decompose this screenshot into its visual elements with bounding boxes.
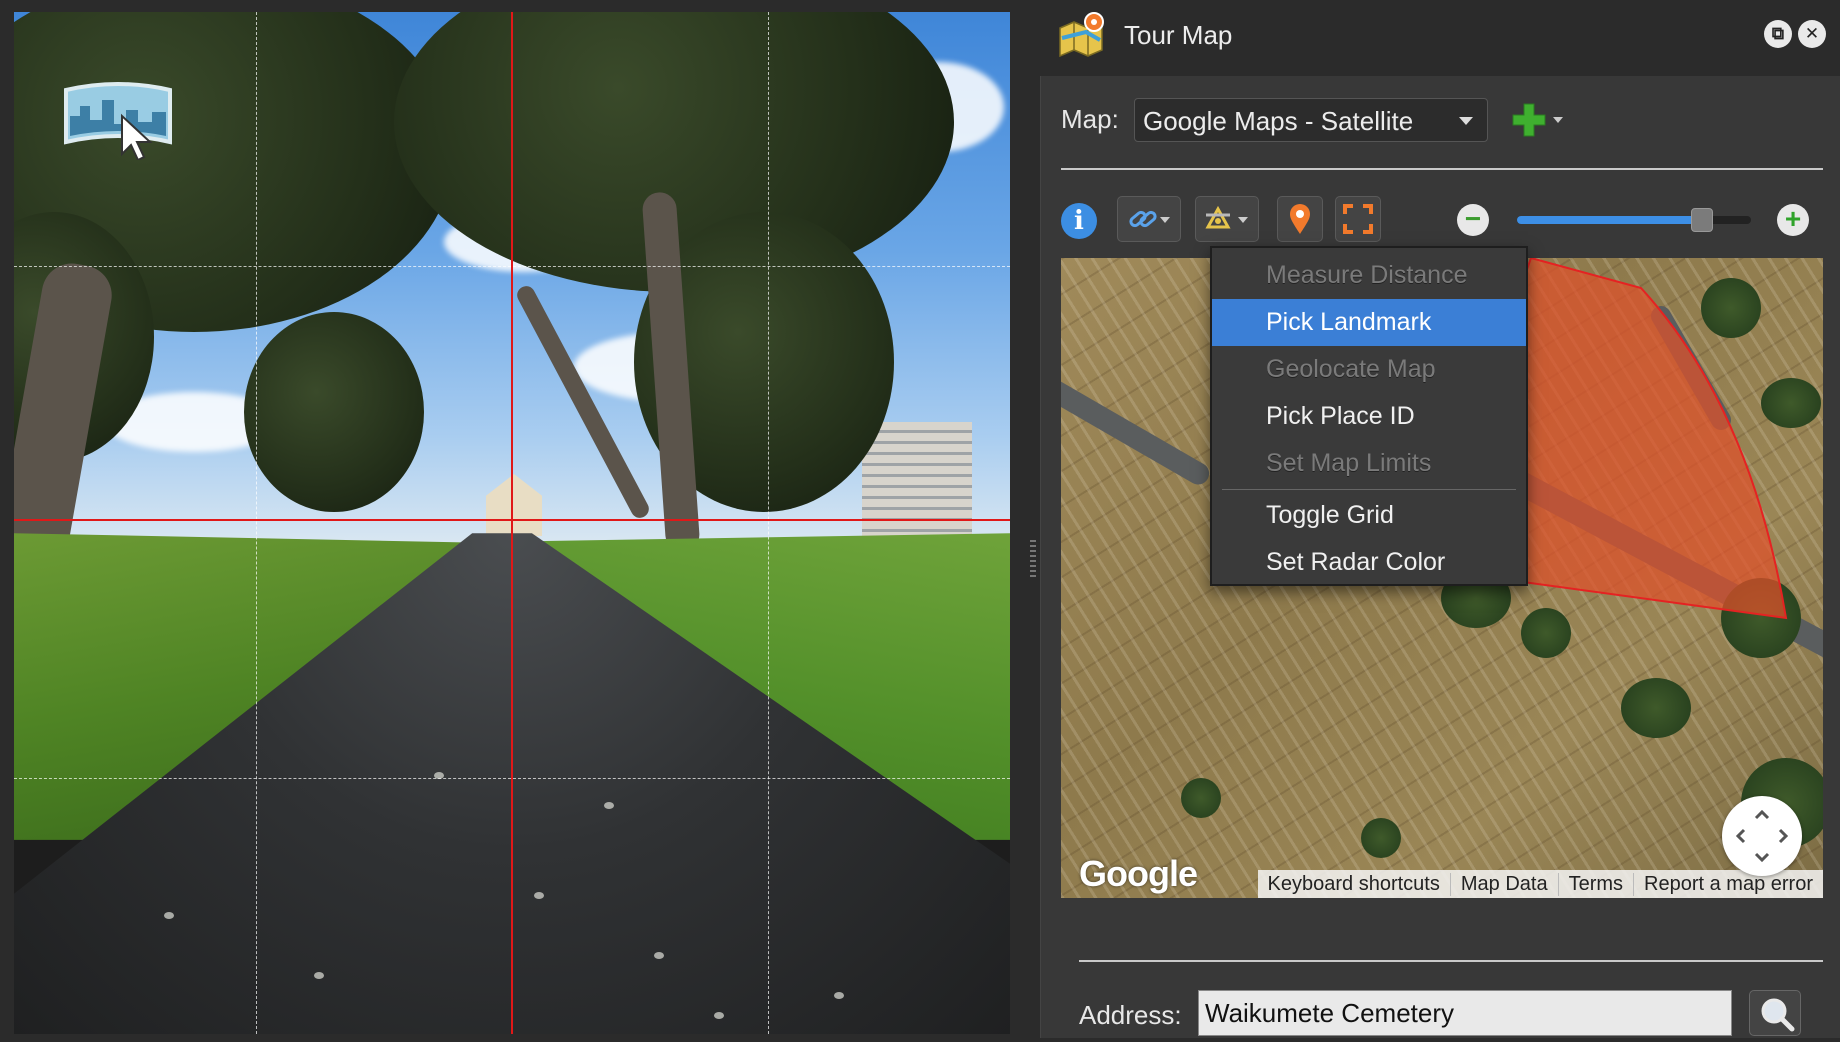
map-provider-value: Google Maps - Satellite [1143,106,1414,136]
search-icon [1761,998,1795,1032]
menu-item-set-radar-color[interactable]: Set Radar Color [1212,539,1526,586]
divider [1061,168,1823,170]
panel-splitter[interactable] [1030,540,1036,580]
chevron-down-icon [1459,117,1473,125]
grid-line [256,12,257,1034]
map-data-link[interactable]: Map Data [1449,872,1558,896]
fullscreen-button[interactable] [1335,196,1381,242]
crosshair-vertical [511,12,513,1034]
terms-link[interactable]: Terms [1557,872,1633,896]
panorama-viewer[interactable] [14,12,1010,1034]
panel-title-bar: Tour Map ⧉ ✕ [1040,0,1840,70]
fallen-leaf [714,1012,724,1019]
divider [1079,960,1823,962]
restore-icon[interactable]: ⧉ [1764,20,1792,48]
zoom-slider-fill [1517,216,1702,224]
keyboard-shortcuts-link[interactable]: Keyboard shortcuts [1258,873,1450,896]
fallen-leaf [314,972,324,979]
fallen-leaf [834,992,844,999]
tools-icon [1205,205,1248,229]
link-icon [1129,210,1170,228]
pano-viewer-icon[interactable] [62,76,174,160]
tools-menu: Measure Distance Pick Landmark Geolocate M… [1210,246,1528,586]
zoom-in-icon[interactable]: + [1777,204,1809,236]
tools-button[interactable] [1195,196,1259,242]
panel-title: Tour Map [1124,20,1233,50]
zoom-slider-thumb[interactable] [1690,208,1713,232]
zoom-out-icon[interactable]: − [1457,204,1489,236]
address-field[interactable] [1198,990,1732,1036]
fallen-leaf [164,912,174,919]
pan-control-icon [1735,809,1789,863]
fallen-leaf [604,802,614,809]
menu-item-set-map-limits: Set Map Limits [1266,449,1432,477]
menu-item-toggle-grid[interactable]: Toggle Grid [1212,492,1526,539]
link-button[interactable] [1117,196,1181,242]
landmark-button[interactable] [1277,196,1323,242]
map-pin-icon [1290,204,1310,234]
zoom-slider[interactable] [1517,208,1751,232]
tree-canopy [244,312,424,512]
fullscreen-icon [1343,204,1373,234]
menu-separator [1222,489,1516,490]
close-icon[interactable]: ✕ [1798,20,1826,48]
menu-item-pick-landmark[interactable]: Pick Landmark [1212,299,1526,346]
info-icon[interactable]: i [1061,203,1097,239]
fallen-leaf [534,892,544,899]
pan-control[interactable] [1722,796,1802,876]
crosshair-horizontal [14,519,1010,521]
fallen-leaf [654,952,664,959]
add-map-icon[interactable] [1511,100,1567,140]
map-provider-select[interactable]: Google Maps - Satellite [1134,98,1488,142]
map-label: Map: [1061,104,1119,134]
menu-item-pick-place-id[interactable]: Pick Place ID [1212,393,1526,440]
menu-item-measure-distance: Measure Distance [1266,261,1468,289]
google-logo: Google [1079,853,1198,894]
search-button[interactable] [1749,990,1801,1036]
tour-map-icon [1059,12,1104,58]
menu-item-geolocate-map: Geolocate Map [1266,355,1436,383]
grid-line [768,12,769,1034]
address-label: Address: [1079,1000,1182,1030]
